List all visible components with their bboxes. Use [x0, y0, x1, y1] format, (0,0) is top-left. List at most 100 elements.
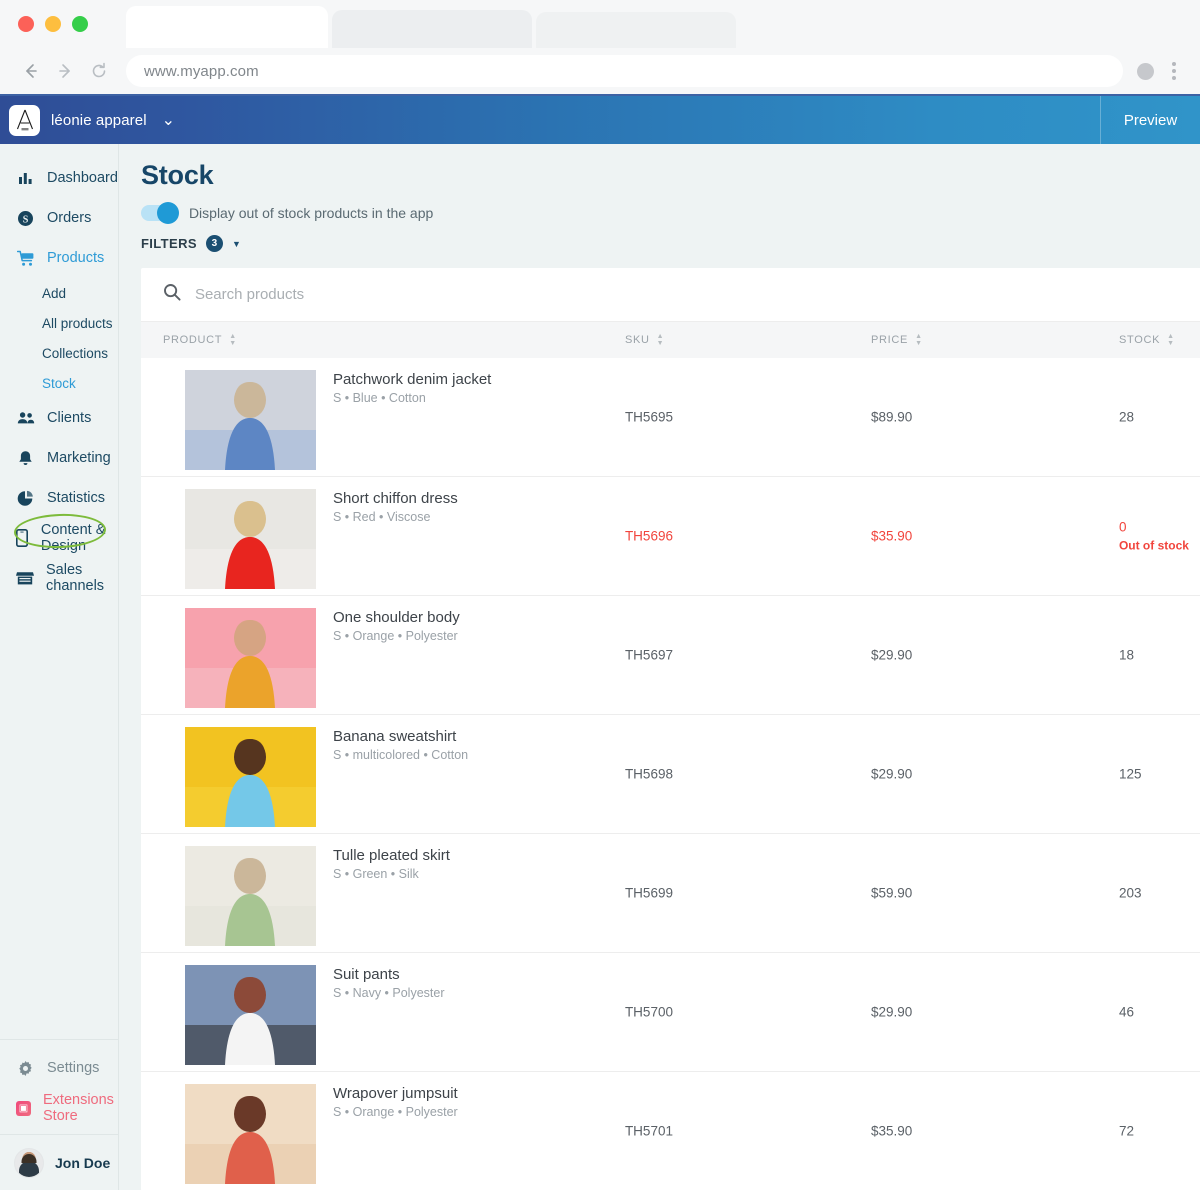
- browser-tab-2[interactable]: [332, 10, 532, 48]
- product-variant-meta: S • multicolored • Cotton: [333, 748, 468, 762]
- close-window-button[interactable]: [18, 16, 34, 32]
- arrow-right-icon[interactable]: [48, 54, 82, 88]
- product-sku: TH5697: [625, 648, 673, 663]
- out-of-stock-label: Out of stock: [1119, 539, 1189, 553]
- sidebar-item-label: Clients: [47, 410, 91, 426]
- sidebar: Dashboard S Orders Products Add All prod…: [0, 144, 119, 1190]
- avatar[interactable]: [1137, 63, 1154, 80]
- brand-logo-icon: [9, 105, 40, 136]
- out-of-stock-toggle[interactable]: [141, 205, 177, 221]
- sidebar-item-add[interactable]: Add: [0, 278, 118, 308]
- product-variant-meta: S • Red • Viscose: [333, 510, 458, 524]
- reload-icon[interactable]: [82, 54, 116, 88]
- filters-button[interactable]: FILTERS: [141, 236, 197, 251]
- sidebar-item-label: Marketing: [47, 450, 111, 466]
- toggle-label: Display out of stock products in the app: [189, 205, 433, 221]
- sidebar-item-orders[interactable]: S Orders: [0, 198, 118, 238]
- table-row[interactable]: One shoulder body S • Orange • Polyester…: [141, 596, 1200, 715]
- banana-sweatshirt-photo: [185, 727, 316, 827]
- product-stock-count: 28: [1119, 410, 1134, 425]
- sidebar-item-label: Dashboard: [47, 170, 118, 186]
- browser-toolbar: www.myapp.com: [0, 48, 1200, 96]
- product-name: Suit pants: [333, 966, 445, 983]
- sidebar-item-dashboard[interactable]: Dashboard: [0, 158, 118, 198]
- column-header-price[interactable]: PRICE ▲▼: [871, 322, 1119, 358]
- table-row[interactable]: Banana sweatshirt S • multicolored • Cot…: [141, 715, 1200, 834]
- sidebar-item-label: Products: [47, 250, 104, 266]
- product-stock-count: 72: [1119, 1124, 1134, 1139]
- sidebar-item-collections[interactable]: Collections: [0, 338, 118, 368]
- preview-button[interactable]: Preview: [1100, 96, 1200, 144]
- sidebar-item-clients[interactable]: Clients: [0, 398, 118, 438]
- table-row[interactable]: Short chiffon dress S • Red • Viscose TH…: [141, 477, 1200, 596]
- sidebar-user[interactable]: Jon Doe: [0, 1134, 118, 1190]
- arrow-left-icon[interactable]: [14, 54, 48, 88]
- product-name: Short chiffon dress: [333, 490, 458, 507]
- sidebar-item-all-products[interactable]: All products: [0, 308, 118, 338]
- chevron-down-icon[interactable]: ▼: [232, 239, 241, 249]
- sidebar-item-extensions-store[interactable]: ▣ Extensions Store: [0, 1088, 118, 1128]
- column-header-label: PRODUCT: [163, 334, 222, 346]
- app-shell: Dashboard S Orders Products Add All prod…: [0, 144, 1200, 1190]
- stock-table-body: Patchwork denim jacket S • Blue • Cotton…: [141, 358, 1200, 1190]
- sidebar-item-label: Settings: [47, 1060, 99, 1076]
- product-name: One shoulder body: [333, 609, 460, 626]
- product-sku: TH5696: [625, 529, 673, 544]
- sidebar-item-products[interactable]: Products: [0, 238, 118, 278]
- stock-table-head: PRODUCT ▲▼ SKU ▲▼ PRICE: [141, 322, 1200, 358]
- table-row[interactable]: Patchwork denim jacket S • Blue • Cotton…: [141, 358, 1200, 477]
- column-header-stock[interactable]: STOCK ▲▼: [1119, 322, 1200, 358]
- sidebar-item-sales-channels[interactable]: Sales channels: [0, 558, 118, 598]
- maximize-window-button[interactable]: [72, 16, 88, 32]
- sidebar-item-marketing[interactable]: Marketing: [0, 438, 118, 478]
- browser-tab-1[interactable]: [126, 6, 328, 48]
- sidebar-item-statistics[interactable]: Statistics: [0, 478, 118, 518]
- product-variant-meta: S • Blue • Cotton: [333, 391, 491, 405]
- denim-jacket-photo: [185, 370, 316, 470]
- table-row[interactable]: Wrapover jumpsuit S • Orange • Polyester…: [141, 1072, 1200, 1190]
- minimize-window-button[interactable]: [45, 16, 61, 32]
- gear-icon: [16, 1060, 35, 1077]
- product-thumbnail: [185, 965, 316, 1065]
- column-header-product[interactable]: PRODUCT ▲▼: [141, 322, 625, 358]
- brand-switcher[interactable]: léonie apparel ⌄: [0, 105, 175, 136]
- product-price: $29.90: [871, 648, 912, 663]
- filters-count-badge: 3: [206, 235, 223, 252]
- sidebar-item-stock[interactable]: Stock: [0, 368, 118, 398]
- product-name: Banana sweatshirt: [333, 728, 468, 745]
- sort-icon[interactable]: ▲▼: [657, 334, 665, 347]
- product-stock-count: 203: [1119, 886, 1142, 901]
- address-bar[interactable]: www.myapp.com: [126, 55, 1123, 87]
- browser-chrome: www.myapp.com: [0, 0, 1200, 96]
- search-input[interactable]: Search products: [195, 286, 304, 303]
- column-header-sku[interactable]: SKU ▲▼: [625, 322, 871, 358]
- sort-icon[interactable]: ▲▼: [229, 334, 237, 347]
- sidebar-item-content-design[interactable]: Content & Design: [0, 518, 118, 558]
- column-header-label: STOCK: [1119, 334, 1160, 346]
- sidebar-subitem-label: Collections: [42, 346, 108, 361]
- sidebar-item-settings[interactable]: Settings: [0, 1048, 118, 1088]
- bar-chart-icon: [16, 170, 35, 186]
- window-controls[interactable]: [18, 16, 88, 32]
- table-row[interactable]: Tulle pleated skirt S • Green • Silk TH5…: [141, 834, 1200, 953]
- table-row[interactable]: Suit pants S • Navy • Polyester TH5700 $…: [141, 953, 1200, 1072]
- column-header-label: SKU: [625, 334, 650, 346]
- sidebar-item-label: Content & Design: [41, 522, 118, 554]
- out-of-stock-toggle-row: Display out of stock products in the app: [141, 205, 1200, 221]
- product-stock-count: 0: [1119, 520, 1189, 535]
- product-thumbnail: [185, 1084, 316, 1184]
- orange-body-photo: [185, 608, 316, 708]
- product-thumbnail: [185, 608, 316, 708]
- red-dress-photo: [185, 489, 316, 589]
- stock-table: PRODUCT ▲▼ SKU ▲▼ PRICE: [141, 322, 1200, 1190]
- sort-icon[interactable]: ▲▼: [1167, 334, 1175, 347]
- product-variant-meta: S • Orange • Polyester: [333, 629, 460, 643]
- table-header-row: PRODUCT ▲▼ SKU ▲▼ PRICE: [141, 322, 1200, 358]
- product-sku: TH5698: [625, 767, 673, 782]
- chevron-down-icon[interactable]: ⌄: [162, 110, 175, 130]
- kebab-menu-icon[interactable]: [1162, 62, 1186, 80]
- main-content: Stock Display out of stock products in t…: [119, 144, 1200, 1190]
- preview-label: Preview: [1124, 112, 1177, 129]
- sort-icon[interactable]: ▲▼: [915, 334, 923, 347]
- browser-tab-3[interactable]: [536, 12, 736, 48]
